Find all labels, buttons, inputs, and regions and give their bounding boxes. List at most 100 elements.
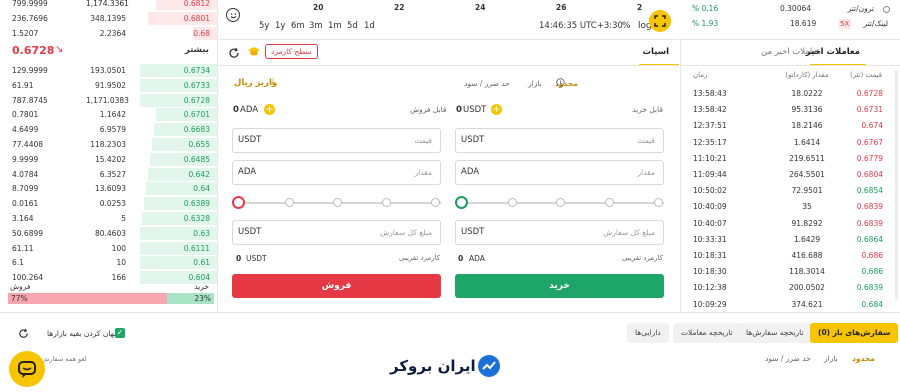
- order-book-bid-row[interactable]: 787.8745 1,171.0383 0.6728: [0, 93, 217, 108]
- market-row[interactable]: % 0.16 0.30064 ترون/تتر: [680, 2, 900, 16]
- timeframe-1d[interactable]: 1d: [364, 21, 375, 31]
- sell-total-input[interactable]: USDT مبلغ کل سفارش: [232, 220, 441, 245]
- slider-handle[interactable]: [455, 196, 468, 209]
- smiley-icon[interactable]: [226, 8, 240, 22]
- fee-level-button[interactable]: سطح کارمزد: [265, 44, 318, 59]
- trade-row: 10:33:31 1.6429 0.6864: [681, 232, 900, 248]
- bid-amount: 9.9999: [12, 154, 39, 164]
- trade-price: 0.6864: [856, 234, 883, 244]
- slider-step[interactable]: [508, 198, 517, 207]
- plus-icon[interactable]: +: [491, 104, 502, 115]
- plus-icon[interactable]: +: [264, 104, 275, 115]
- order-book-bid-row[interactable]: 100.264 166 0.604: [0, 270, 217, 285]
- percent-scale-button[interactable]: %: [622, 21, 631, 31]
- sell-button[interactable]: فروش: [232, 274, 441, 298]
- bid-amount: 0.0161: [12, 199, 39, 209]
- order-book-bid-row[interactable]: 6.1 10 0.61: [0, 255, 217, 270]
- market-name: لینک/تتر: [863, 19, 888, 28]
- more-link[interactable]: بیشتر: [185, 45, 209, 55]
- buy-amount-input[interactable]: ADA مقدار: [455, 160, 664, 185]
- star-icon[interactable]: [883, 6, 890, 13]
- buy-available-label: قابل خرید: [632, 105, 663, 114]
- slider-step[interactable]: [382, 198, 391, 207]
- bid-amount: 787.8745: [12, 95, 48, 105]
- refresh-icon[interactable]: [228, 47, 240, 59]
- order-book-bid-row[interactable]: 8.7099 13.6093 0.64: [0, 181, 217, 196]
- order-book-ask-row[interactable]: 236.7696 348.1395 0.6801: [0, 11, 217, 26]
- refresh-icon[interactable]: [18, 328, 29, 339]
- timeframe-1y[interactable]: 1y: [275, 21, 285, 31]
- slider-step[interactable]: [333, 198, 342, 207]
- slider-step[interactable]: [605, 198, 614, 207]
- order-type-limit[interactable]: محدود: [852, 354, 875, 363]
- order-type-market[interactable]: بازار: [824, 354, 838, 363]
- tab-assets[interactable]: دارایی‌ها: [627, 323, 669, 343]
- buy-fee-label: کارمزد تقریبی: [621, 254, 663, 262]
- order-book-ask-row[interactable]: 799.9999 1,174.3361 0.6812: [0, 0, 217, 11]
- timeframe-3m[interactable]: 3m: [309, 21, 323, 31]
- leverage-badge: 5X: [838, 19, 852, 29]
- slider-step[interactable]: [556, 198, 565, 207]
- sell-amount-slider[interactable]: [232, 196, 441, 210]
- order-book-bid-row[interactable]: 9.9999 15.4202 0.6485: [0, 152, 217, 167]
- graduation-cap-icon[interactable]: [247, 46, 261, 58]
- fullscreen-icon[interactable]: [649, 10, 671, 32]
- bid-total: 118.2303: [90, 140, 126, 149]
- sell-ratio-percent: 77%: [11, 294, 28, 303]
- bid-amount: 77.4408: [12, 140, 44, 149]
- sell-price-input[interactable]: USDT قیمت: [232, 128, 441, 153]
- order-type-stop[interactable]: حد ضرر / سود: [464, 79, 510, 88]
- trade-price: 0.6839: [856, 202, 883, 212]
- order-book-bid-row[interactable]: 4.0784 6.3527 0.642: [0, 167, 217, 182]
- sell-available-label: قابل فروش: [410, 105, 447, 114]
- bid-price: 0.6701: [183, 110, 210, 120]
- timeframe-6m[interactable]: 6m: [291, 21, 305, 31]
- scrollbar[interactable]: [895, 70, 898, 300]
- tab-open-orders[interactable]: سفارش‌های باز (0): [810, 323, 899, 343]
- order-type-stop[interactable]: حد ضرر / سود: [765, 354, 811, 363]
- trade-time: 12:35:17: [693, 137, 727, 147]
- order-book-bid-row[interactable]: 61.91 91.9502 0.6733: [0, 78, 217, 93]
- info-icon[interactable]: [556, 78, 565, 87]
- order-book-bid-row[interactable]: 50.6899 80.4603 0.63: [0, 226, 217, 241]
- tab-spot[interactable]: اسپات: [643, 47, 669, 57]
- chat-support-button[interactable]: [9, 351, 45, 387]
- timeframe-1m[interactable]: 1m: [328, 21, 342, 31]
- trade-time: 10:50:02: [693, 186, 727, 196]
- buy-button[interactable]: خرید: [455, 274, 664, 298]
- slider-handle[interactable]: [232, 196, 245, 209]
- order-book-bid-row[interactable]: 3.164 5 0.6328: [0, 211, 217, 226]
- buy-sell-ratio-bar: 77% 23%: [8, 293, 214, 304]
- iran-broker-logo: ایران بروکر: [390, 357, 476, 375]
- slider-step[interactable]: [431, 198, 440, 207]
- bid-total: 0.0253: [99, 199, 126, 209]
- sell-ratio-label: فروش: [10, 282, 31, 291]
- order-book-bid-row[interactable]: 4.6499 6.9579 0.6683: [0, 122, 217, 137]
- order-book-bid-row[interactable]: 0.0161 0.0253 0.6389: [0, 196, 217, 211]
- slider-step[interactable]: [654, 198, 663, 207]
- order-book-bid-row[interactable]: 61.11 100 0.6111: [0, 241, 217, 256]
- tab-order-history[interactable]: تاریخچه سفارش‌ها: [738, 323, 812, 343]
- order-book-bid-row[interactable]: 0.7801 1.1642 0.6701: [0, 107, 217, 122]
- sell-amount-unit: ADA: [238, 167, 257, 177]
- timeframe-5y[interactable]: 5y: [259, 21, 269, 31]
- bid-price: 0.64: [193, 184, 210, 194]
- order-book-bid-row[interactable]: 77.4408 118.2303 0.655: [0, 137, 217, 152]
- buy-price-input[interactable]: USDT قیمت: [455, 128, 664, 153]
- timeframe-5d[interactable]: 5d: [347, 21, 358, 31]
- order-book-ask-row[interactable]: 1.5207 2.2364 0.68: [0, 26, 217, 41]
- checkbox-checked-icon[interactable]: ✓: [115, 328, 125, 338]
- slider-step[interactable]: [285, 198, 294, 207]
- download-icon[interactable]: ⤓: [271, 77, 275, 87]
- order-book-bid-row[interactable]: 129.9999 193.0501 0.6734: [0, 63, 217, 78]
- tab-trade-history[interactable]: تاریخچه معاملات: [673, 323, 741, 343]
- market-row[interactable]: % 1.93 18.619 5X لینک/تتر: [680, 17, 900, 31]
- buy-total-input[interactable]: USDT مبلغ کل سفارش: [455, 220, 664, 245]
- tab-recent-trades[interactable]: معاملات اخیر: [806, 47, 860, 57]
- order-type-market[interactable]: بازار: [528, 79, 542, 88]
- col-header-amount: مقدار (کاردانو): [785, 71, 829, 79]
- sell-amount-input[interactable]: ADA مقدار: [232, 160, 441, 185]
- buy-amount-slider[interactable]: [455, 196, 664, 210]
- trade-amount: 374.621: [791, 299, 823, 309]
- trade-price: 0.686: [861, 251, 883, 260]
